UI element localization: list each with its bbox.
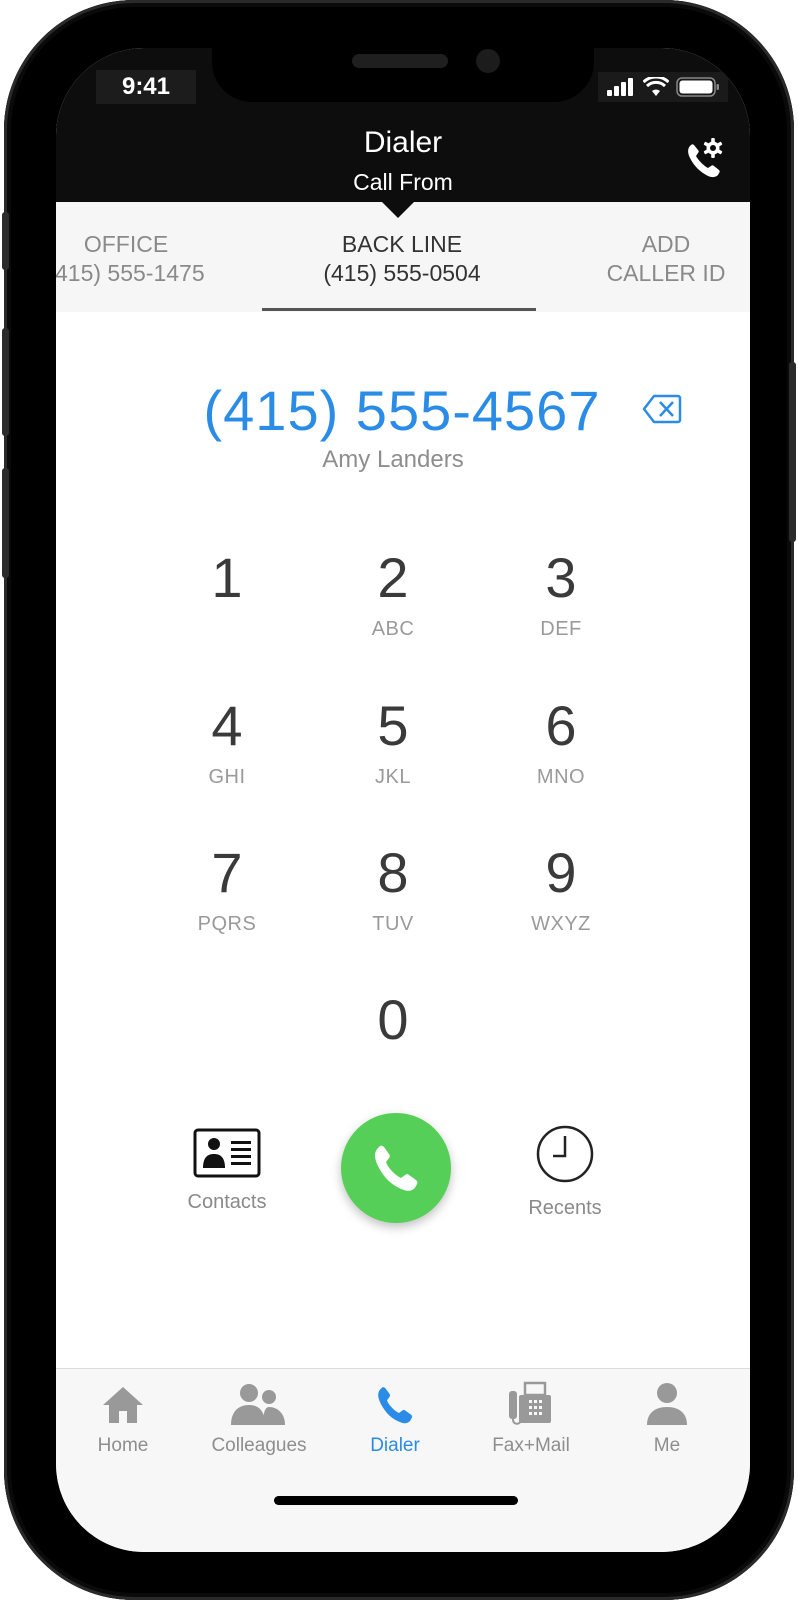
key-digit: 9 xyxy=(545,841,577,904)
recents-label: Recents xyxy=(528,1197,602,1219)
key-digit: 2 xyxy=(377,546,409,609)
tab-home[interactable]: Home xyxy=(58,1381,188,1457)
tab-label: Me xyxy=(653,1435,681,1456)
key-letters: TUV xyxy=(372,913,414,935)
key-digit: 7 xyxy=(211,841,243,904)
tab-bar: Home Colleagues Dialer Fax+Mail Me xyxy=(56,1368,750,1552)
key-digit: 3 xyxy=(545,546,577,609)
keypad-key-0[interactable]: 0 xyxy=(318,990,468,1120)
screen: 9:41 Dialer Call From OFFICE (415) 555-1… xyxy=(56,48,750,1552)
call-button[interactable] xyxy=(341,1113,451,1223)
contacts-label: Contacts xyxy=(187,1191,267,1213)
caller-id-office[interactable]: OFFICE (415) 555-1475 xyxy=(56,230,236,288)
mute-switch xyxy=(2,212,9,270)
tab-colleagues[interactable]: Colleagues xyxy=(194,1381,324,1457)
caller-id-number: (415) 555-0504 xyxy=(323,260,481,286)
key-letters: ABC xyxy=(371,618,415,640)
keypad-key-4[interactable]: 4 GHI xyxy=(152,696,302,826)
key-letters: WXYZ xyxy=(531,913,591,935)
page-subtitle: Call From xyxy=(353,169,453,195)
key-letters: MNO xyxy=(536,766,586,788)
keypad-key-5[interactable]: 5 JKL xyxy=(318,696,468,826)
phone-frame: 9:41 Dialer Call From OFFICE (415) 555-1… xyxy=(2,0,796,1600)
caller-id-number: (415) 555-1475 xyxy=(56,260,205,286)
signal-icon xyxy=(606,78,633,96)
keypad-key-7[interactable]: 7 PQRS xyxy=(152,843,302,973)
power-button xyxy=(789,362,796,542)
caller-id-selector: OFFICE (415) 555-1475 BACK LINE (415) 55… xyxy=(56,202,750,312)
keypad-key-3[interactable]: 3 DEF xyxy=(486,548,636,678)
key-digit: 8 xyxy=(377,841,409,904)
home-indicator[interactable] xyxy=(274,1496,518,1505)
tab-label: Fax+Mail xyxy=(492,1435,570,1456)
key-digit: 6 xyxy=(545,694,577,757)
keypad-key-2[interactable]: 2 ABC xyxy=(318,548,468,678)
tab-label: Colleagues xyxy=(211,1435,307,1456)
phone-icon xyxy=(375,1145,418,1191)
key-letters: JKL xyxy=(375,766,411,788)
wifi-icon xyxy=(642,77,669,96)
caller-id-label: BACK LINE xyxy=(341,231,463,257)
contact-card-icon xyxy=(193,1128,261,1178)
key-letters: GHI xyxy=(208,766,246,788)
battery-icon xyxy=(676,77,720,97)
tab-dialer[interactable]: Dialer xyxy=(330,1381,460,1457)
contact-name: Amy Landers xyxy=(322,446,464,473)
selection-pointer xyxy=(382,202,414,218)
key-digit: 1 xyxy=(211,546,243,609)
call-settings-button[interactable] xyxy=(682,136,726,180)
keypad-key-1[interactable]: 1 xyxy=(152,548,302,678)
tab-me[interactable]: Me xyxy=(602,1381,732,1457)
key-letters: DEF xyxy=(540,618,582,640)
active-caller-id-underline xyxy=(262,308,536,311)
home-icon xyxy=(58,1381,188,1429)
status-icons xyxy=(598,72,728,102)
key-digit: 5 xyxy=(377,694,409,757)
key-letters: PQRS xyxy=(197,913,257,935)
tab-label: Home xyxy=(97,1435,149,1456)
backspace-icon xyxy=(642,394,682,424)
person-icon xyxy=(602,1381,732,1429)
phone-icon xyxy=(330,1381,460,1429)
fax-icon xyxy=(466,1381,596,1429)
clock-icon xyxy=(536,1125,594,1183)
caller-id-label: OFFICE xyxy=(83,231,169,257)
keypad-key-8[interactable]: 8 TUV xyxy=(318,843,468,973)
keypad-key-9[interactable]: 9 WXYZ xyxy=(486,843,636,973)
add-caller-id[interactable]: ADD CALLER ID xyxy=(596,230,736,288)
key-digit: 4 xyxy=(211,694,243,757)
front-camera xyxy=(476,49,500,73)
tab-fax-mail[interactable]: Fax+Mail xyxy=(466,1381,596,1457)
caller-id-number: CALLER ID xyxy=(606,260,726,286)
recents-button[interactable]: Recents xyxy=(510,1124,620,1220)
status-time: 9:41 xyxy=(96,70,196,104)
volume-down-button xyxy=(2,468,9,578)
phone-settings-icon xyxy=(688,138,723,178)
dialed-number: (415) 555-4567 xyxy=(203,379,601,442)
backspace-button[interactable] xyxy=(642,394,682,424)
tab-label: Dialer xyxy=(370,1435,420,1456)
keypad-key-6[interactable]: 6 MNO xyxy=(486,696,636,826)
speaker xyxy=(352,54,448,68)
page-title: Dialer xyxy=(363,126,443,159)
volume-up-button xyxy=(2,328,9,436)
notch xyxy=(212,48,594,102)
key-digit: 0 xyxy=(377,988,409,1051)
caller-id-label: ADD xyxy=(641,231,691,257)
contacts-button[interactable]: Contacts xyxy=(172,1128,282,1214)
colleagues-icon xyxy=(194,1381,324,1429)
caller-id-back-line[interactable]: BACK LINE (415) 555-0504 xyxy=(266,230,538,288)
nav-bar: Dialer Call From xyxy=(56,114,750,202)
